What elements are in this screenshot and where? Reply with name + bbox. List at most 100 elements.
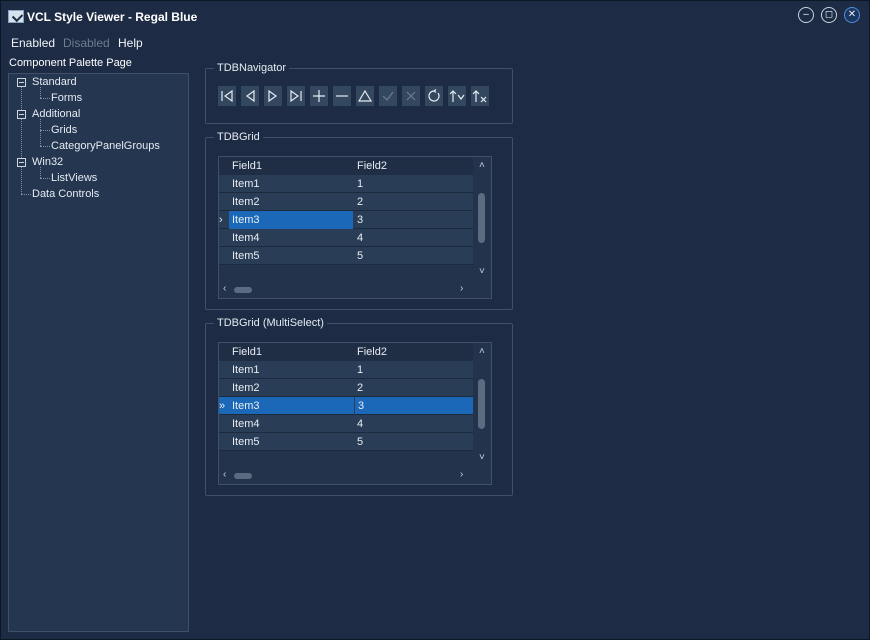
- scroll-up-icon[interactable]: ˄: [479, 347, 485, 357]
- column-header-field1[interactable]: Field1: [229, 157, 353, 175]
- grid-cell[interactable]: Item5: [229, 433, 353, 451]
- tree-line: [40, 87, 41, 98]
- scroll-right-icon[interactable]: ›: [460, 470, 463, 480]
- tree-node-additional[interactable]: Additional: [32, 108, 80, 120]
- tree-line: [40, 130, 50, 131]
- horizontal-scrollbar[interactable]: ‹ ›: [219, 281, 474, 298]
- scroll-up-icon[interactable]: ˄: [479, 161, 485, 171]
- tree-node-data-controls[interactable]: Data Controls: [32, 188, 99, 200]
- grid-cell[interactable]: 3: [354, 397, 472, 415]
- table-row[interactable]: Item4 4: [219, 229, 473, 247]
- horizontal-scrollbar[interactable]: ‹ ›: [219, 467, 474, 484]
- table-row-selected[interactable]: » Item3 3: [219, 397, 473, 415]
- tree-node-forms[interactable]: Forms: [51, 92, 82, 104]
- apply-updates-icon[interactable]: [447, 85, 467, 107]
- tree-line: [21, 86, 22, 194]
- palette-tree[interactable]: Standard Forms Additional Grids Category…: [8, 73, 189, 632]
- grid-cell[interactable]: 5: [354, 247, 472, 265]
- grid-cell[interactable]: Item2: [229, 379, 353, 397]
- grid-cell[interactable]: 2: [354, 193, 472, 211]
- refresh-icon[interactable]: [424, 85, 444, 107]
- tree-line: [40, 167, 41, 178]
- multi-row-indicator-icon: »: [219, 400, 226, 412]
- vertical-scrollbar[interactable]: ˄ ˅: [474, 343, 491, 467]
- menu-enabled[interactable]: Enabled: [11, 36, 55, 50]
- table-row[interactable]: Item5 5: [219, 433, 473, 451]
- insert-icon[interactable]: [309, 85, 329, 107]
- first-icon[interactable]: [217, 85, 237, 107]
- tree-node-win32[interactable]: Win32: [32, 156, 63, 168]
- grid-cell[interactable]: Item1: [229, 175, 353, 193]
- table-row[interactable]: Item1 1: [219, 361, 473, 379]
- grid-cell[interactable]: Item5: [229, 247, 353, 265]
- grid-cell[interactable]: Item4: [229, 415, 353, 433]
- table-row[interactable]: Item2 2: [219, 193, 473, 211]
- scroll-left-icon[interactable]: ‹: [223, 284, 226, 294]
- column-header-field1[interactable]: Field1: [229, 343, 353, 361]
- cancel-icon: [401, 85, 421, 107]
- tree-line: [40, 98, 50, 99]
- cancel-updates-icon[interactable]: [470, 85, 490, 107]
- menu-help[interactable]: Help: [118, 36, 143, 50]
- row-indicator-icon: ›: [219, 214, 223, 226]
- grid-cell[interactable]: 4: [354, 415, 472, 433]
- post-icon: [378, 85, 398, 107]
- grid-cell[interactable]: Item2: [229, 193, 353, 211]
- app-window: VCL Style Viewer - Regal Blue – ◻ ✕ Enab…: [0, 0, 870, 640]
- app-icon: [8, 10, 24, 23]
- scroll-down-icon[interactable]: ˅: [479, 453, 485, 463]
- scroll-right-icon[interactable]: ›: [460, 284, 463, 294]
- multiselect-grid-caption: TDBGrid (MultiSelect): [214, 317, 327, 330]
- title-bar[interactable]: VCL Style Viewer - Regal Blue – ◻ ✕: [1, 1, 869, 31]
- grid-cell[interactable]: 1: [354, 175, 472, 193]
- navigator-caption: TDBNavigator: [214, 62, 290, 75]
- grid-cell[interactable]: Item4: [229, 229, 353, 247]
- minimize-icon[interactable]: –: [798, 7, 814, 23]
- tree-node-grids[interactable]: Grids: [51, 124, 77, 136]
- grid-cell[interactable]: Item3: [229, 211, 353, 229]
- tree-line: [40, 178, 50, 179]
- vertical-scrollbar[interactable]: ˄ ˅: [474, 157, 491, 281]
- delete-icon[interactable]: [332, 85, 352, 107]
- prior-icon[interactable]: [240, 85, 260, 107]
- table-row[interactable]: Item4 4: [219, 415, 473, 433]
- maximize-icon[interactable]: ◻: [821, 7, 837, 23]
- collapse-icon[interactable]: [17, 158, 26, 167]
- tree-node-standard[interactable]: Standard: [32, 76, 77, 88]
- collapse-icon[interactable]: [17, 78, 26, 87]
- tree-node-listviews[interactable]: ListViews: [51, 172, 97, 184]
- window-title: VCL Style Viewer - Regal Blue: [27, 10, 198, 24]
- scroll-left-icon[interactable]: ‹: [223, 470, 226, 480]
- table-row[interactable]: Item2 2: [219, 379, 473, 397]
- grid-group: TDBGrid Field1 Field2 Item1 1 Item2 2 › …: [205, 131, 513, 310]
- grid-cell[interactable]: 4: [354, 229, 472, 247]
- table-row[interactable]: Item5 5: [219, 247, 473, 265]
- grid-cell[interactable]: Item1: [229, 361, 353, 379]
- column-header-field2[interactable]: Field2: [354, 157, 472, 175]
- edit-icon[interactable]: [355, 85, 375, 107]
- grid-cell[interactable]: Item3: [229, 397, 353, 415]
- grid-cell[interactable]: 3: [354, 211, 472, 229]
- scroll-thumb[interactable]: [478, 193, 485, 243]
- scroll-thumb[interactable]: [234, 473, 252, 479]
- grid-header: Field1 Field2: [219, 157, 473, 175]
- scroll-down-icon[interactable]: ˅: [479, 267, 485, 277]
- tree-node-categorypanelgroups[interactable]: CategoryPanelGroups: [51, 140, 160, 152]
- grid-cell[interactable]: 1: [354, 361, 472, 379]
- collapse-icon[interactable]: [17, 110, 26, 119]
- tree-line: [21, 194, 31, 195]
- tree-line: [40, 146, 50, 147]
- grid-cell[interactable]: 2: [354, 379, 472, 397]
- db-grid[interactable]: Field1 Field2 Item1 1 Item2 2 › Item3 3 …: [218, 156, 492, 299]
- grid-cell[interactable]: 5: [354, 433, 472, 451]
- table-row[interactable]: Item1 1: [219, 175, 473, 193]
- scroll-thumb[interactable]: [234, 287, 252, 293]
- table-row-current[interactable]: › Item3 3: [219, 211, 473, 229]
- db-grid-multiselect[interactable]: Field1 Field2 Item1 1 Item2 2 » Item3 3 …: [218, 342, 492, 485]
- column-header-field2[interactable]: Field2: [354, 343, 472, 361]
- last-icon[interactable]: [286, 85, 306, 107]
- next-icon[interactable]: [263, 85, 283, 107]
- close-icon[interactable]: ✕: [844, 7, 860, 23]
- scroll-thumb[interactable]: [478, 379, 485, 429]
- navigator-group: TDBNavigator: [205, 62, 513, 124]
